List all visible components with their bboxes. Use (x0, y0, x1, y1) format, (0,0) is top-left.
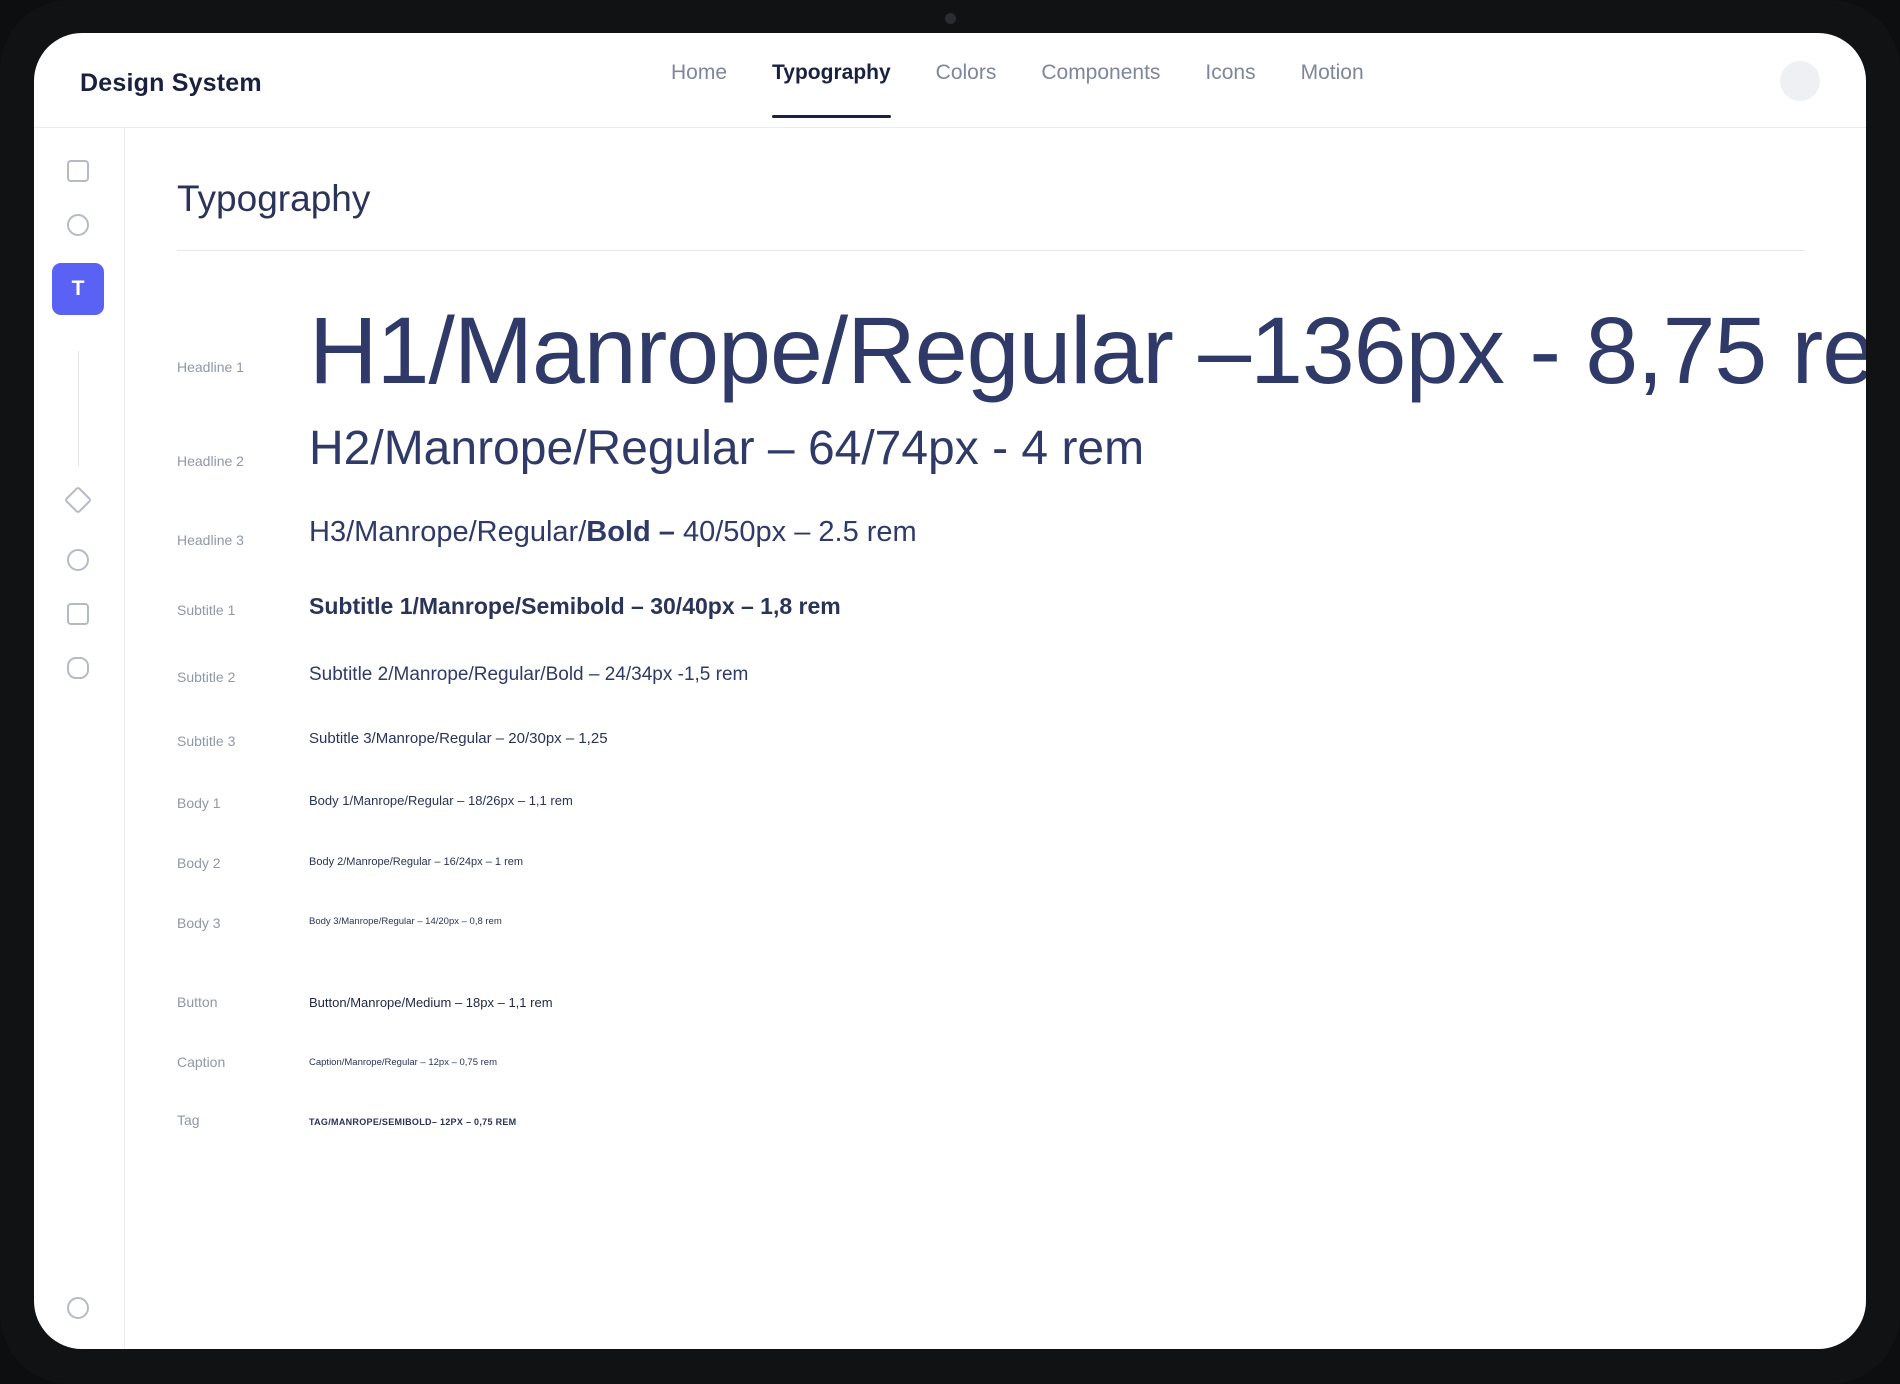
nav-motion[interactable]: Motion (1301, 33, 1364, 120)
type-sample-caption: Caption/Manrope/Regular – 12px – 0,75 re… (309, 1057, 498, 1068)
square-icon[interactable] (67, 160, 89, 182)
type-sample-headline-1: H1/Manrope/Regular –136px - 8,75 rem (309, 298, 1866, 404)
avatar[interactable] (1780, 61, 1820, 101)
title-divider (177, 250, 1805, 251)
type-sample-body-1: Body 1/Manrope/Regular – 18/26px – 1,1 r… (309, 793, 573, 808)
sidebar-item-typography[interactable]: T (52, 263, 104, 315)
nav-typography[interactable]: Typography (772, 33, 891, 120)
type-sample-headline-3: H3/Manrope/Regular/Bold – 40/50px – 2.5 … (309, 514, 917, 550)
tablet-frame: Design System Home Typography Colors Com… (0, 0, 1900, 1384)
diamond-icon[interactable] (63, 485, 93, 515)
circle-icon[interactable] (67, 549, 89, 571)
type-sample-body-2: Body 2/Manrope/Regular – 16/24px – 1 rem (309, 856, 524, 868)
type-sample-tag: TAG/MANROPE/SEMIBOLD– 12PX – 0,75 REM (309, 1117, 517, 1127)
type-label-button: Button (177, 994, 218, 1010)
type-label-subtitle-1: Subtitle 1 (177, 602, 236, 618)
top-navigation-bar: Design System Home Typography Colors Com… (34, 33, 1866, 128)
type-label-headline-1: Headline 1 (177, 359, 244, 375)
type-label-headline-2: Headline 2 (177, 453, 244, 469)
type-label-headline-3: Headline 3 (177, 532, 244, 548)
type-sample-headline-3-bold: Bold – (586, 516, 675, 548)
type-label-caption: Caption (177, 1054, 226, 1070)
type-sample-headline-2: H2/Manrope/Regular – 64/74px - 4 rem (309, 422, 1145, 475)
circle-icon[interactable] (67, 214, 89, 236)
sidebar-divider (78, 351, 79, 466)
nav-icons[interactable]: Icons (1205, 33, 1255, 120)
type-label-tag: Tag (177, 1112, 200, 1128)
type-sample-body-3: Body 3/Manrope/Regular – 14/20px – 0,8 r… (309, 916, 502, 927)
rounded-square-icon[interactable] (67, 657, 89, 679)
screen: Design System Home Typography Colors Com… (34, 33, 1866, 1349)
type-sample-headline-3-rest: 40/50px – 2.5 rem (674, 516, 917, 548)
circle-icon[interactable] (67, 1297, 89, 1319)
type-sample-subtitle-1: Subtitle 1/Manrope/Semibold – 30/40px – … (309, 593, 841, 619)
camera-dot (945, 13, 956, 24)
type-sample-subtitle-2: Subtitle 2/Manrope/Regular/Bold – 24/34p… (309, 664, 749, 685)
type-label-body-1: Body 1 (177, 795, 221, 811)
type-sample-button: Button/Manrope/Medium – 18px – 1,1 rem (309, 995, 553, 1010)
type-label-body-2: Body 2 (177, 855, 221, 871)
main-nav: Home Typography Colors Components Icons … (671, 33, 1364, 128)
nav-colors[interactable]: Colors (936, 33, 997, 120)
sidebar: T (34, 128, 125, 1349)
type-sample-subtitle-3: Subtitle 3/Manrope/Regular – 20/30px – 1… (309, 730, 608, 747)
type-sample-headline-3-regular: H3/Manrope/Regular/ (309, 516, 587, 548)
nav-components[interactable]: Components (1041, 33, 1160, 120)
nav-home[interactable]: Home (671, 33, 727, 120)
type-label-subtitle-3: Subtitle 3 (177, 733, 236, 749)
type-label-body-3: Body 3 (177, 915, 221, 931)
page-title: Typography (177, 178, 371, 219)
square-icon[interactable] (67, 603, 89, 625)
brand-logo[interactable]: Design System (80, 69, 262, 98)
type-label-subtitle-2: Subtitle 2 (177, 669, 236, 685)
